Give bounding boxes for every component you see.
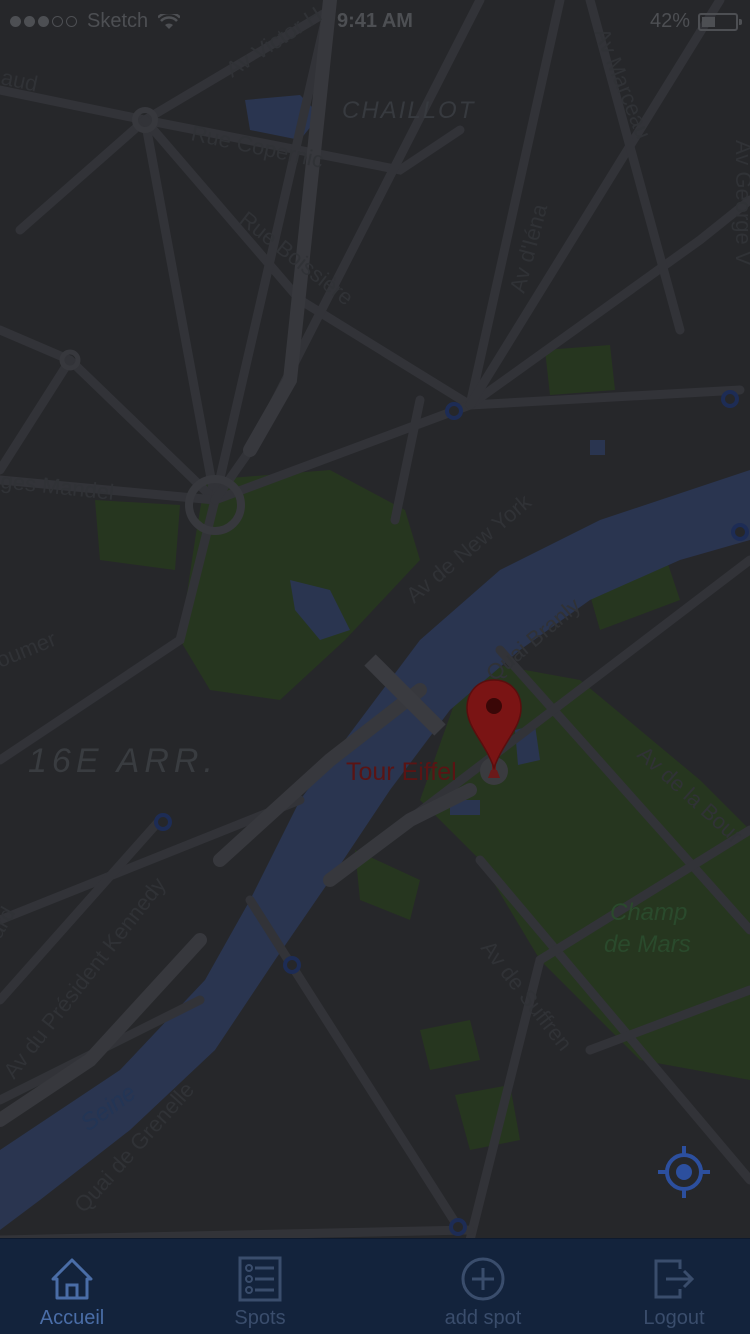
tab-label-spots: Spots (234, 1307, 286, 1329)
metro-icon[interactable] (449, 1218, 467, 1236)
tab-label-add-spot: add spot (444, 1307, 522, 1329)
status-bar: Sketch 9:41 AM 42% (0, 0, 750, 40)
rer-icon[interactable] (283, 956, 301, 974)
tab-add-spot[interactable]: add spot (403, 1239, 563, 1334)
home-icon (51, 1258, 93, 1300)
park-label-champ-de-mars-2: de Mars (604, 931, 691, 958)
status-time: 9:41 AM (337, 10, 413, 32)
rer-icon[interactable] (731, 523, 749, 541)
bottom-tab-bar: Accueil Spots add spot Logout (0, 1238, 750, 1334)
tab-logout[interactable]: Logout (594, 1239, 750, 1334)
poi-label-tour-eiffel[interactable]: Tour Eiffel (346, 758, 457, 786)
metro-icon[interactable] (154, 813, 172, 831)
logout-icon (654, 1259, 695, 1299)
locate-me-button[interactable] (654, 1142, 714, 1202)
district-label-16e: 16E ARR. (28, 742, 218, 780)
plus-circle-icon (461, 1257, 505, 1301)
metro-icon[interactable] (721, 390, 739, 408)
tab-accueil[interactable]: Accueil (0, 1239, 152, 1334)
battery-percent: 42% (649, 10, 690, 32)
park-label-champ-de-mars-1: Champ (610, 899, 687, 926)
crosshair-icon (658, 1146, 710, 1198)
battery-icon (698, 12, 742, 31)
street-label-george: Av George V (731, 140, 750, 266)
status-right: 42% (649, 10, 742, 33)
metro-icon[interactable] (445, 402, 463, 420)
tab-label-logout: Logout (643, 1307, 705, 1329)
app-screen: CHAILLOT 16E ARR. Av Victor H aud Rue Co… (0, 0, 750, 1334)
tab-label-accueil: Accueil (39, 1307, 105, 1329)
map-canvas[interactable]: CHAILLOT 16E ARR. Av Victor H aud Rue Co… (0, 0, 750, 1334)
map-view[interactable]: CHAILLOT 16E ARR. Av Victor H aud Rue Co… (0, 0, 750, 1334)
tab-spots[interactable]: Spots (180, 1239, 340, 1334)
list-icon (238, 1256, 282, 1302)
district-label-chaillot: CHAILLOT (342, 97, 476, 124)
